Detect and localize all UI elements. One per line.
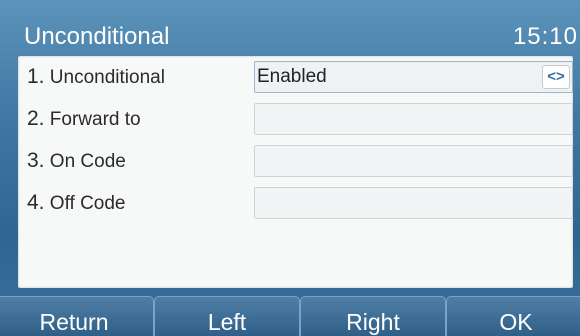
row-number: 2. (27, 107, 45, 130)
page-title: Unconditional (24, 23, 170, 50)
row-label-text: On Code (49, 151, 126, 172)
right-button[interactable]: Right (300, 296, 446, 336)
row-label: 3. On Code (27, 149, 126, 173)
row-label-text: Off Code (49, 193, 126, 214)
row-off-code[interactable]: 4. Off Code (18, 182, 573, 224)
row-label: 1. Unconditional (27, 65, 165, 89)
row-forward-to[interactable]: 2. Forward to (18, 98, 573, 140)
off-code-field[interactable] (254, 187, 573, 219)
row-unconditional[interactable]: 1. Unconditional Enabled <> (18, 56, 573, 98)
row-number: 3. (27, 149, 45, 172)
row-number: 4. (27, 191, 45, 214)
left-button[interactable]: Left (154, 296, 300, 336)
title-bar: Unconditional 15:10 (0, 0, 580, 50)
ok-button[interactable]: OK (446, 296, 580, 336)
toggle-option-icon[interactable]: <> (542, 65, 570, 89)
forward-to-field[interactable] (254, 103, 573, 135)
unconditional-value: Enabled (257, 66, 327, 87)
row-label-text: Forward to (49, 109, 141, 130)
unconditional-select[interactable]: Enabled <> (254, 61, 573, 93)
clock-time: 15:10 (512, 23, 578, 50)
on-code-field[interactable] (254, 145, 573, 177)
row-label: 2. Forward to (27, 107, 141, 131)
row-label: 4. Off Code (27, 191, 126, 215)
return-button[interactable]: Return (0, 296, 154, 336)
row-label-text: Unconditional (49, 67, 165, 88)
softkey-bar: Return Left Right OK (0, 296, 580, 336)
settings-panel: 1. Unconditional Enabled <> 2. Forward t… (18, 56, 573, 288)
row-on-code[interactable]: 3. On Code (18, 140, 573, 182)
row-number: 1. (27, 65, 45, 88)
